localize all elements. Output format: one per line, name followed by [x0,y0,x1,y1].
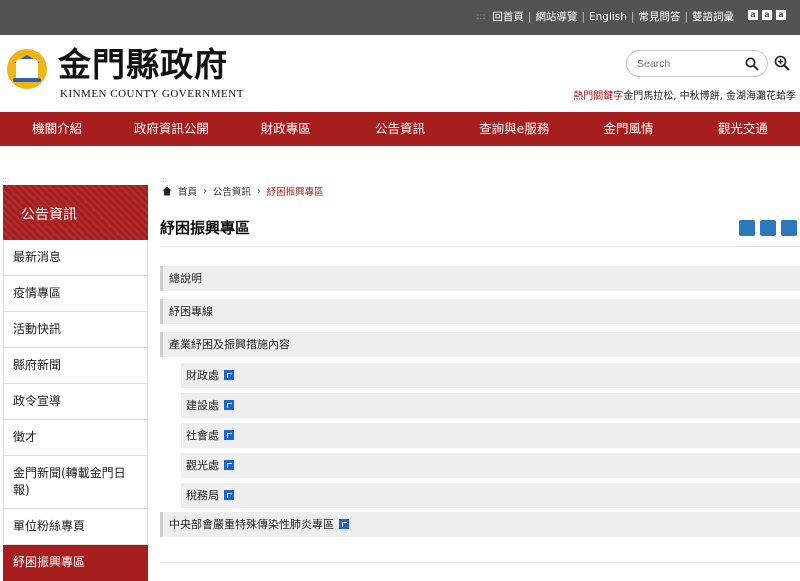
faq-link[interactable]: 常見問答 [634,9,684,24]
sidebar-header: 公告資訊 [3,185,148,240]
sitemap-link[interactable]: 網站導覽 [531,9,581,24]
breadcrumb-current: 紓困振興專區 [266,187,324,198]
font-medium-button[interactable]: a [762,10,772,20]
sidebar-item-fan-pages[interactable]: 單位粉絲專頁 [3,509,148,545]
nav-about[interactable]: 機關介紹 [0,112,114,146]
sublist-item[interactable]: 稅務局 [181,483,800,508]
hot-keywords-list[interactable]: 金門馬拉松, 中秋博餅, 金湖海灘花蛤季 [623,91,796,102]
search-box [626,50,768,77]
nav-kinmen-scenery[interactable]: 金門風情 [571,112,685,146]
sublist-item[interactable]: 社會處 [181,423,800,448]
hot-keywords-label: 熱門關鍵字 [573,91,624,102]
page-tools [739,220,797,236]
sublist-item[interactable]: 觀光處 [181,453,800,478]
print-icon[interactable] [739,220,755,236]
nav-e-services[interactable]: 查詢與e服務 [457,112,571,146]
english-link[interactable]: English [585,11,631,23]
sublist-item[interactable]: 財政處 [181,363,800,388]
sidebar-item-epidemic[interactable]: 疫情專區 [3,276,148,312]
nav-gov-info[interactable]: 政府資訊公開 [114,112,228,146]
search-icon[interactable] [745,57,759,71]
utility-links: ::: 回首頁 | 網站導覽 | English | 常見問答 | 雙語詞彙 [476,9,738,24]
font-small-button[interactable]: a [748,10,758,20]
breadcrumb-home[interactable]: 首頁 [178,184,197,198]
breadcrumb-section[interactable]: 公告資訊 [213,184,251,198]
sidebar-accesskey: ::: [2,176,10,184]
sidebar-item-relief[interactable]: 紓困振興專區 [3,545,148,581]
site-logo-english: KINMEN COUNTY GOVERNMENT [60,88,244,100]
glossary-link[interactable]: 雙語詞彙 [688,9,738,24]
list-item-overview[interactable]: 總說明 [160,266,800,291]
hot-keywords: 熱門關鍵字金門馬拉松, 中秋博餅, 金湖海灘花蛤季 [573,87,796,102]
home-icon[interactable] [162,186,172,196]
sidebar-item-events[interactable]: 活動快訊 [3,312,148,348]
breadcrumb-separator: › [203,185,207,197]
nav-tourism-transport[interactable]: 觀光交通 [686,112,800,146]
content-bottom-divider [160,562,800,563]
nav-announcements[interactable]: 公告資訊 [343,112,457,146]
site-header: 金門縣政府 KINMEN COUNTY GOVERNMENT 熱門關鍵字金門馬拉… [0,35,800,112]
breadcrumb-separator: › [256,185,261,197]
main-navigation: 機關介紹 政府資訊公開 財政專區 公告資訊 查詢與e服務 金門風情 觀光交通 [0,112,800,146]
external-link-icon [224,430,234,440]
external-link-icon [224,490,234,500]
font-large-button[interactable]: a [776,10,786,20]
font-size-controls: a a a [748,10,786,20]
top-utility-bar: ::: 回首頁 | 網站導覽 | English | 常見問答 | 雙語詞彙 a a a [0,0,800,35]
accesskey-marker: ::: [476,11,486,22]
breadcrumb: 首頁 › 公告資訊 › 紓困振興專區 [162,184,324,198]
external-link-icon [224,460,234,470]
external-link-icon [224,370,234,380]
site-logo-chinese[interactable]: 金門縣政府 [58,45,228,85]
county-emblem-logo[interactable] [7,49,47,89]
list-item-relief-hotline[interactable]: 紓困專線 [160,299,800,324]
home-link[interactable]: 回首頁 [488,9,528,24]
sidebar-item-recruitment[interactable]: 徵才 [3,420,148,456]
external-link-icon [224,400,234,410]
sidebar-item-county-news[interactable]: 縣府新聞 [3,348,148,384]
sublist-item[interactable]: 建設處 [181,393,800,418]
sidebar-title: 公告資訊 [21,207,77,223]
sidebar-item-kinmen-daily[interactable]: 金門新聞(轉載金門日報) [3,456,148,509]
back-icon[interactable] [781,220,797,236]
sidebar-item-policy[interactable]: 政令宣導 [3,384,148,420]
stats-icon[interactable] [760,220,776,236]
title-divider [160,246,800,247]
sidebar: 公告資訊 最新消息 疫情專區 活動快訊 縣府新聞 政令宣導 徵才 金門新聞(轉載… [3,185,148,581]
content-accesskey: ::: [160,176,168,184]
page-title: 紓困振興專區 [160,219,251,237]
sidebar-item-news[interactable]: 最新消息 [3,240,148,276]
list-item-industry-measures[interactable]: 產業紓困及振興措施內容 [160,332,800,357]
advanced-search-icon[interactable] [774,55,790,71]
search-input[interactable] [637,56,737,72]
nav-finance[interactable]: 財政專區 [229,112,343,146]
external-link-icon [339,519,349,529]
list-item-central-covid[interactable]: 中央部會嚴重特殊傳染性肺炎專區 [160,512,800,537]
